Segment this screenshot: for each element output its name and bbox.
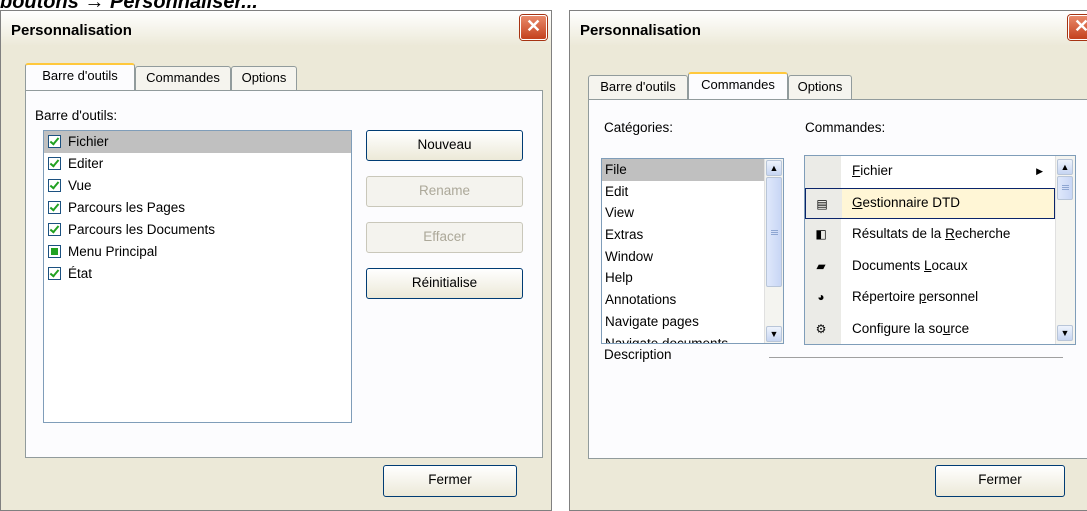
- categories-scrollbar[interactable]: ▲ ▼: [764, 159, 783, 343]
- toolbar-item-label: État: [68, 266, 93, 281]
- toolbar-item-label: Menu Principal: [68, 244, 158, 259]
- checkbox[interactable]: [48, 245, 61, 258]
- command-item[interactable]: ▰ Documents Locaux: [805, 250, 1055, 282]
- title-bar: Personnalisation ✕: [570, 11, 1087, 46]
- checkbox[interactable]: [48, 223, 61, 236]
- checkbox[interactable]: [48, 201, 61, 214]
- dtd-manager-icon: ▤: [816, 196, 828, 211]
- command-item[interactable]: ▤ Gestionnaire DTD: [805, 187, 1055, 219]
- tab-options[interactable]: Options: [788, 75, 852, 100]
- command-label: Documents Locaux: [852, 257, 968, 273]
- category-item[interactable]: Navigate pages: [602, 311, 765, 333]
- category-item[interactable]: Extras: [602, 224, 765, 246]
- description-label: Description: [604, 347, 672, 362]
- commands-list[interactable]: Fichier ▶ ▤ Gestionnaire DTD ◧ Résultats de l…: [804, 155, 1076, 345]
- toolbar-item-label: Parcours les Pages: [68, 200, 186, 215]
- close-icon[interactable]: ✕: [1068, 15, 1087, 40]
- new-button[interactable]: Nouveau: [366, 130, 523, 161]
- toolbar-item[interactable]: Menu Principal: [44, 241, 351, 263]
- close-button[interactable]: Fermer: [935, 465, 1065, 497]
- commands-scrollbar[interactable]: ▲ ▼: [1055, 156, 1075, 344]
- toolbar-item-label: Vue: [68, 178, 92, 193]
- close-button[interactable]: Fermer: [383, 465, 517, 497]
- categories-label: Catégories:: [604, 120, 674, 135]
- close-icon[interactable]: ✕: [520, 15, 547, 40]
- category-item[interactable]: Navigate documents: [602, 333, 765, 344]
- checkbox[interactable]: [48, 157, 61, 170]
- categories-list[interactable]: File Edit View Extras Window Help Annotations N…: [601, 158, 784, 344]
- command-label: Fichier: [852, 163, 893, 178]
- dialog-title: Personnalisation: [11, 22, 132, 39]
- scroll-thumb[interactable]: [1057, 176, 1073, 200]
- category-item[interactable]: Edit: [602, 181, 765, 203]
- command-item[interactable]: ◧ Résultats de la Recherche: [805, 219, 1055, 251]
- commands-label: Commandes:: [805, 120, 886, 135]
- toolbar-item[interactable]: État: [44, 263, 351, 285]
- rename-button[interactable]: Rename: [366, 176, 523, 207]
- command-label: Répertoire personnel: [852, 289, 979, 304]
- command-item[interactable]: ◕ Répertoire personnel: [805, 282, 1055, 314]
- tab-panel: Barre d'outils: Fichier Editer Vue Parcours…: [25, 90, 543, 458]
- scroll-down-icon[interactable]: ▼: [1057, 325, 1073, 341]
- checkbox[interactable]: [48, 267, 61, 280]
- local-documents-icon: ▰: [816, 258, 826, 273]
- checkbox[interactable]: [48, 135, 61, 148]
- description-divider: [769, 357, 1063, 358]
- command-item[interactable]: Fichier ▶: [805, 156, 1055, 188]
- title-bar: Personnalisation ✕: [1, 11, 551, 46]
- tab-options[interactable]: Options: [231, 66, 297, 91]
- toolbar-item[interactable]: Parcours les Documents: [44, 219, 351, 241]
- category-item[interactable]: Annotations: [602, 289, 765, 311]
- toolbars-list[interactable]: Fichier Editer Vue Parcours les Pages Parcou…: [43, 130, 352, 423]
- category-item[interactable]: File: [602, 159, 765, 181]
- category-item[interactable]: Help: [602, 267, 765, 289]
- personal-directory-icon: ◕: [817, 290, 825, 304]
- command-label: Gestionnaire DTD: [852, 194, 961, 210]
- checkbox[interactable]: [48, 179, 61, 192]
- command-label: Configure la source: [852, 320, 970, 336]
- toolbars-label: Barre d'outils:: [35, 108, 118, 123]
- category-item[interactable]: View: [602, 202, 765, 224]
- scroll-thumb[interactable]: [766, 177, 782, 287]
- tab-toolbars[interactable]: Barre d'outils: [588, 75, 688, 100]
- toolbar-item[interactable]: Fichier: [44, 131, 351, 153]
- customize-dialog-toolbars: Personnalisation ✕ Barre d'outils Comman…: [0, 10, 552, 511]
- tab-toolbars[interactable]: Barre d'outils: [25, 63, 135, 90]
- toolbar-item[interactable]: Vue: [44, 175, 351, 197]
- reset-button[interactable]: Réinitialise: [366, 268, 523, 299]
- toolbar-item[interactable]: Editer: [44, 153, 351, 175]
- command-item[interactable]: ⚙ Configure la source: [805, 313, 1055, 344]
- toolbar-item[interactable]: Parcours les Pages: [44, 197, 351, 219]
- scroll-down-icon[interactable]: ▼: [766, 326, 782, 342]
- tab-panel: Catégories: Commandes: File Edit View Extra…: [588, 99, 1087, 459]
- toolbar-item-label: Fichier: [68, 134, 109, 149]
- tab-commands[interactable]: Commandes: [135, 66, 231, 91]
- tab-commands[interactable]: Commandes: [688, 72, 788, 99]
- customize-dialog-commands: Personnalisation ✕ Barre d'outils Comman…: [569, 10, 1087, 511]
- toolbar-item-label: Editer: [68, 156, 104, 171]
- submenu-arrow-icon: ▶: [1036, 166, 1043, 176]
- icon-gutter: [805, 156, 841, 188]
- scroll-up-icon[interactable]: ▲: [1057, 159, 1073, 175]
- toolbar-item-label: Parcours les Documents: [68, 222, 216, 237]
- category-item[interactable]: Window: [602, 246, 765, 268]
- configure-source-icon: ⚙: [815, 321, 827, 336]
- scroll-up-icon[interactable]: ▲: [766, 160, 782, 176]
- delete-button[interactable]: Effacer: [366, 222, 523, 253]
- command-label: Résultats de la Recherche: [852, 226, 1011, 241]
- search-results-icon: ◧: [815, 227, 827, 241]
- dialog-title: Personnalisation: [580, 22, 701, 39]
